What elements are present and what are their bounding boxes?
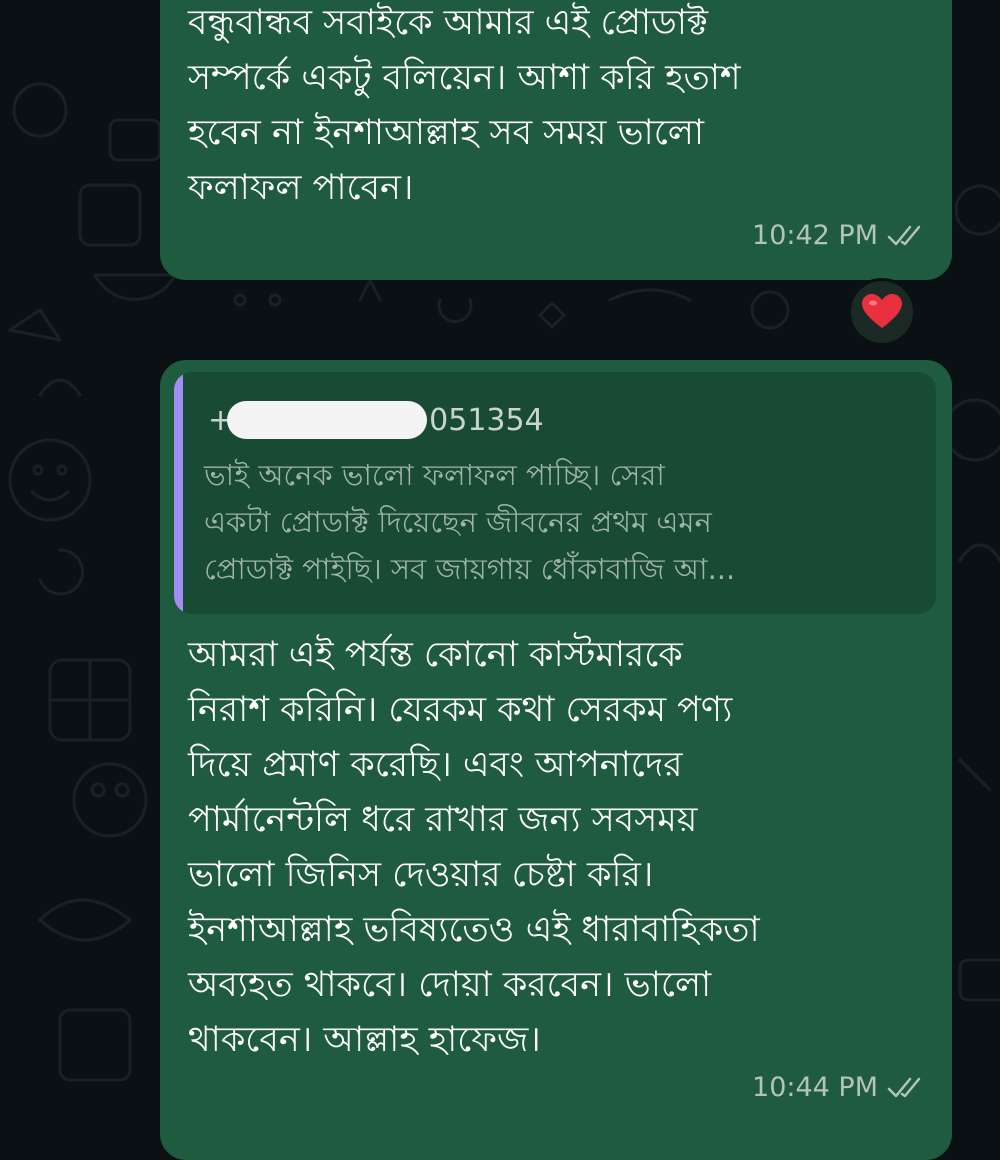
message-meta: 10:44 PM xyxy=(752,1072,926,1103)
heart-icon xyxy=(862,294,902,328)
redaction-mark xyxy=(227,401,428,439)
double-check-icon xyxy=(887,1077,921,1097)
outgoing-message-bubble[interactable]: + 051354 ভাই অনেক ভালো ফলাফল পাচ্ছি। সের… xyxy=(160,360,952,1160)
quote-accent-bar xyxy=(174,372,183,614)
quoted-sender-number: 051354 xyxy=(429,402,544,438)
message-text: বন্ধুবান্ধব সবাইকে আমার এই প্রোডাক্ট সম্… xyxy=(188,3,741,208)
quoted-text: ভাই অনেক ভালো ফলাফল পাচ্ছি। সেরা একটা প্… xyxy=(204,458,736,586)
message-timestamp: 10:44 PM xyxy=(752,1072,878,1103)
outgoing-message-bubble[interactable]: বন্ধুবান্ধব সবাইকে আমার এই প্রোডাক্ট সম্… xyxy=(160,0,952,280)
message-timestamp: 10:42 PM xyxy=(752,220,878,251)
heart-reaction[interactable] xyxy=(848,278,916,346)
message-meta: 10:42 PM xyxy=(752,220,926,251)
message-text: আমরা এই পর্যন্ত কোনো কাস্টমারকে নিরাশ কর… xyxy=(188,635,760,1060)
double-check-icon xyxy=(887,225,921,245)
quoted-sender: + 051354 xyxy=(208,400,544,440)
quoted-message[interactable]: + 051354 ভাই অনেক ভালো ফলাফল পাচ্ছি। সের… xyxy=(174,372,936,614)
